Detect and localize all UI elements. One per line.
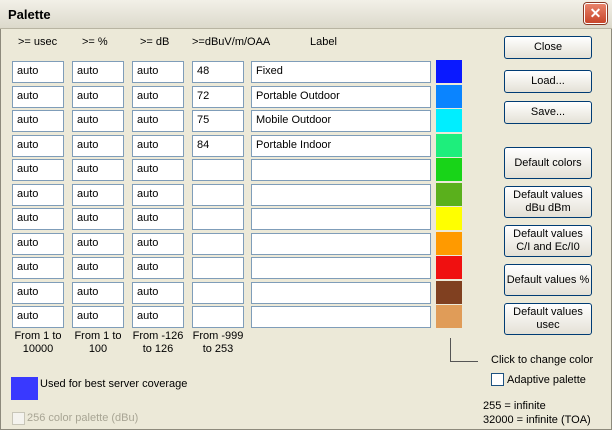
header-dbuv: >=dBuV/m/OAA [192, 36, 271, 48]
percent-field[interactable]: auto [72, 86, 124, 108]
dbuv-field[interactable]: 48 [192, 61, 244, 83]
header-db: >= dB [140, 36, 170, 48]
label-field[interactable] [251, 257, 431, 279]
dbuv-field[interactable]: 84 [192, 135, 244, 157]
color-swatch[interactable] [436, 109, 462, 132]
default-values-dbu-button[interactable]: Default values dBu dBm [504, 186, 592, 218]
color-swatch[interactable] [436, 183, 462, 206]
db-field[interactable]: auto [132, 306, 184, 328]
best-server-label: Used for best server coverage [40, 378, 188, 390]
db-field[interactable]: auto [132, 184, 184, 206]
default-colors-button[interactable]: Default colors [504, 147, 592, 179]
color-swatch[interactable] [436, 281, 462, 304]
default-values-ci-button[interactable]: Default values C/I and Ec/I0 [504, 225, 592, 257]
db-field[interactable]: auto [132, 61, 184, 83]
label-field[interactable]: Fixed [251, 61, 431, 83]
dbuv-field[interactable]: 75 [192, 110, 244, 132]
range-percent: From 1 to 100 [74, 330, 122, 355]
percent-field[interactable]: auto [72, 159, 124, 181]
dbuv-field[interactable] [192, 208, 244, 230]
dbuv-field[interactable] [192, 257, 244, 279]
label-field[interactable] [251, 208, 431, 230]
range-db: From -126 to 126 [132, 330, 184, 355]
palette-256-checkbox[interactable] [12, 412, 25, 425]
color-swatch[interactable] [436, 158, 462, 181]
dbuv-field[interactable] [192, 233, 244, 255]
percent-field[interactable]: auto [72, 208, 124, 230]
note-infinite: 255 = infinite [483, 400, 546, 412]
color-swatch[interactable] [436, 85, 462, 108]
load-button[interactable]: Load... [504, 70, 592, 93]
default-values-percent-button[interactable]: Default values % [504, 264, 592, 296]
percent-field[interactable]: auto [72, 306, 124, 328]
label-field[interactable] [251, 184, 431, 206]
db-field[interactable]: auto [132, 110, 184, 132]
db-field[interactable]: auto [132, 257, 184, 279]
color-swatch[interactable] [436, 232, 462, 255]
color-swatch[interactable] [436, 134, 462, 157]
color-hint-text: Click to change color [491, 354, 594, 366]
label-field[interactable]: Portable Outdoor [251, 86, 431, 108]
usec-field[interactable]: auto [12, 135, 64, 157]
usec-field[interactable]: auto [12, 208, 64, 230]
adaptive-palette-label: Adaptive palette [507, 374, 586, 386]
header-label: Label [310, 36, 337, 48]
close-button[interactable]: Close [504, 36, 592, 59]
usec-field[interactable]: auto [12, 159, 64, 181]
label-field[interactable] [251, 159, 431, 181]
db-field[interactable]: auto [132, 159, 184, 181]
percent-field[interactable]: auto [72, 184, 124, 206]
usec-field[interactable]: auto [12, 233, 64, 255]
percent-field[interactable]: auto [72, 61, 124, 83]
range-dbuv: From -999 to 253 [192, 330, 244, 355]
save-button[interactable]: Save... [504, 101, 592, 124]
usec-field[interactable]: auto [12, 86, 64, 108]
note-infinite-toa: 32000 = infinite (TOA) [483, 414, 591, 426]
dbuv-field[interactable] [192, 184, 244, 206]
color-swatch[interactable] [436, 256, 462, 279]
window-title: Palette [8, 7, 51, 22]
adaptive-palette-checkbox[interactable] [491, 373, 504, 386]
color-swatch[interactable] [436, 305, 462, 328]
label-field[interactable] [251, 233, 431, 255]
header-usec: >= usec [18, 36, 58, 48]
percent-field[interactable]: auto [72, 135, 124, 157]
db-field[interactable]: auto [132, 208, 184, 230]
dbuv-field[interactable]: 72 [192, 86, 244, 108]
percent-field[interactable]: auto [72, 233, 124, 255]
default-values-usec-button[interactable]: Default values usec [504, 303, 592, 335]
usec-field[interactable]: auto [12, 61, 64, 83]
label-field[interactable]: Mobile Outdoor [251, 110, 431, 132]
title-bar: Palette ✕ [0, 0, 612, 29]
usec-field[interactable]: auto [12, 282, 64, 304]
usec-field[interactable]: auto [12, 184, 64, 206]
dbuv-field[interactable] [192, 159, 244, 181]
percent-field[interactable]: auto [72, 110, 124, 132]
color-hint-bracket [450, 338, 478, 362]
label-field[interactable]: Portable Indoor [251, 135, 431, 157]
label-field[interactable] [251, 306, 431, 328]
db-field[interactable]: auto [132, 233, 184, 255]
percent-field[interactable]: auto [72, 282, 124, 304]
usec-field[interactable]: auto [12, 257, 64, 279]
db-field[interactable]: auto [132, 86, 184, 108]
best-server-color-swatch[interactable] [11, 377, 38, 400]
usec-field[interactable]: auto [12, 110, 64, 132]
color-swatch[interactable] [436, 207, 462, 230]
usec-field[interactable]: auto [12, 306, 64, 328]
label-field[interactable] [251, 282, 431, 304]
header-percent: >= % [82, 36, 108, 48]
close-window-icon[interactable]: ✕ [584, 3, 607, 24]
db-field[interactable]: auto [132, 282, 184, 304]
dbuv-field[interactable] [192, 282, 244, 304]
dbuv-field[interactable] [192, 306, 244, 328]
percent-field[interactable]: auto [72, 257, 124, 279]
color-swatch[interactable] [436, 60, 462, 83]
db-field[interactable]: auto [132, 135, 184, 157]
palette-256-label: 256 color palette (dBu) [27, 412, 139, 424]
range-usec: From 1 to 10000 [14, 330, 62, 355]
